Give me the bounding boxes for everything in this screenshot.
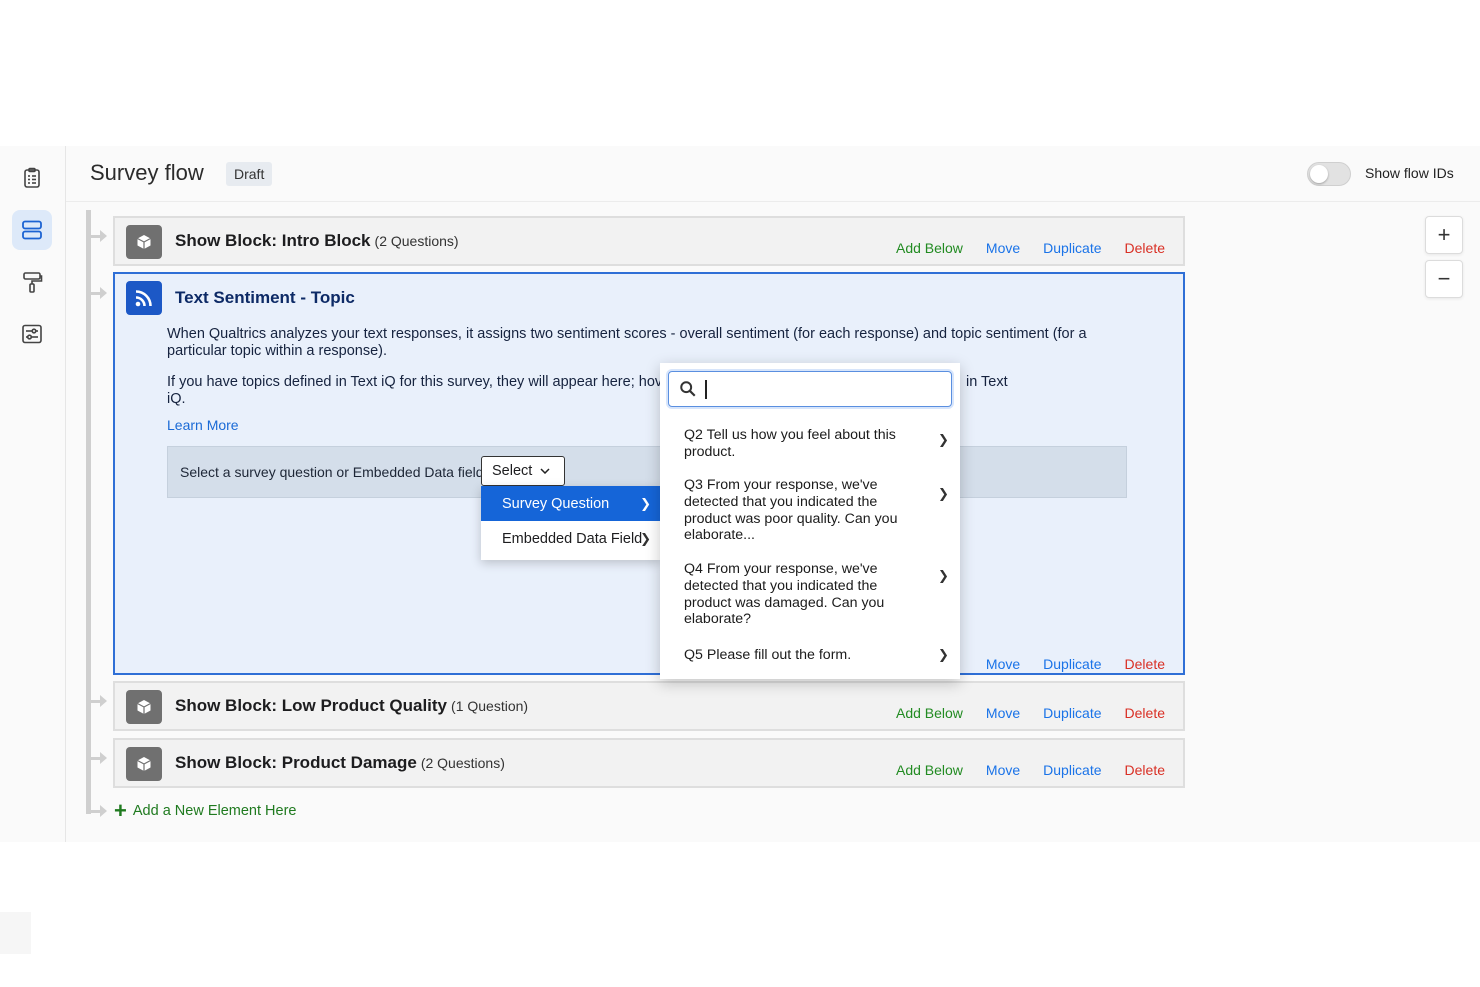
block-cube-icon xyxy=(126,747,162,781)
toggle-knob xyxy=(1310,165,1328,183)
duplicate-link[interactable]: Duplicate xyxy=(1043,705,1101,721)
flow-block-low-product-quality[interactable]: Show Block: Low Product Quality (1 Questi… xyxy=(113,681,1185,731)
flow-connector xyxy=(88,230,107,242)
look-and-feel-brush-icon[interactable] xyxy=(12,262,52,302)
block-cube-icon xyxy=(126,225,162,259)
chevron-right-icon: ❯ xyxy=(640,496,651,511)
text-sentiment-element[interactable]: Text Sentiment - Topic When Qualtrics an… xyxy=(113,272,1185,675)
block-actions: Add Below Move Duplicate Delete xyxy=(873,705,1165,721)
delete-link[interactable]: Delete xyxy=(1125,240,1165,256)
block-actions: Add Below Move Duplicate Delete xyxy=(873,762,1165,778)
select-dropdown-button[interactable]: Select xyxy=(481,456,565,486)
zoom-in-button[interactable]: + xyxy=(1425,216,1463,254)
field-select-label: Select a survey question or Embedded Dat… xyxy=(180,464,484,480)
corner-placeholder xyxy=(0,912,31,954)
delete-link[interactable]: Delete xyxy=(1125,656,1165,672)
sentiment-topics-text-tail: in Text xyxy=(966,374,1008,390)
duplicate-link[interactable]: Duplicate xyxy=(1043,762,1101,778)
add-below-link[interactable]: Add Below xyxy=(896,705,963,721)
block-question-count: (2 Questions) xyxy=(420,755,505,771)
add-new-element-link[interactable]: + Add a New Element Here xyxy=(114,798,297,823)
block-title: Show Block: Low Product Quality (1 Questi… xyxy=(175,696,529,715)
duplicate-link[interactable]: Duplicate xyxy=(1043,240,1101,256)
flow-line xyxy=(86,210,91,814)
menu-item-embedded-data-field[interactable]: Embedded Data Field ❯ xyxy=(481,521,661,556)
move-link[interactable]: Move xyxy=(986,705,1020,721)
field-type-menu: Survey Question ❯ Embedded Data Field ❯ xyxy=(481,486,661,560)
question-option-q5[interactable]: Q5 Please fill out the form. xyxy=(684,647,924,664)
sentiment-title: Text Sentiment - Topic xyxy=(175,288,355,307)
status-badge: Draft xyxy=(226,162,273,186)
page-header: Survey flow Draft Show flow IDs xyxy=(66,146,1480,202)
flow-connector xyxy=(88,287,107,299)
show-flow-ids-toggle[interactable] xyxy=(1307,162,1351,186)
menu-item-survey-question[interactable]: Survey Question ❯ xyxy=(481,486,661,521)
chevron-right-icon: ❯ xyxy=(938,486,949,501)
survey-options-icon[interactable] xyxy=(12,314,52,354)
rss-feed-icon xyxy=(126,281,162,315)
learn-more-link[interactable]: Learn More xyxy=(167,417,239,433)
zoom-out-button[interactable]: − xyxy=(1425,260,1463,298)
block-title: Show Block: Intro Block (2 Questions) xyxy=(175,231,459,250)
survey-flow-app: Survey flow Draft Show flow IDs + − Show… xyxy=(0,146,1480,842)
question-option-q4[interactable]: Q4 From your response, we've detected th… xyxy=(684,561,924,628)
question-search-input[interactable] xyxy=(668,371,952,407)
block-title: Show Block: Product Damage (2 Questions) xyxy=(175,753,505,772)
duplicate-link[interactable]: Duplicate xyxy=(1043,656,1101,672)
plus-icon: + xyxy=(114,798,127,823)
flow-connector xyxy=(88,805,107,817)
sentiment-topics-text: If you have topics defined in Text iQ fo… xyxy=(167,374,663,390)
sentiment-topics-text-end: iQ. xyxy=(167,391,186,407)
delete-link[interactable]: Delete xyxy=(1125,705,1165,721)
chevron-right-icon: ❯ xyxy=(640,531,651,546)
question-option-q2[interactable]: Q2 Tell us how you feel about this produ… xyxy=(684,427,924,461)
chevron-down-icon xyxy=(540,468,550,474)
sentiment-actions: Move Duplicate Delete xyxy=(963,656,1165,672)
chevron-right-icon: ❯ xyxy=(938,568,949,583)
block-question-count: (1 Question) xyxy=(451,698,529,714)
add-new-element-label: Add a New Element Here xyxy=(132,803,297,819)
chevron-right-icon: ❯ xyxy=(938,432,949,447)
flow-connector xyxy=(88,695,107,707)
search-icon xyxy=(680,381,696,397)
move-link[interactable]: Move xyxy=(986,762,1020,778)
survey-flow-icon[interactable] xyxy=(12,210,52,250)
show-flow-ids-label: Show flow IDs xyxy=(1365,165,1454,181)
question-option-q3[interactable]: Q3 From your response, we've detected th… xyxy=(684,477,924,544)
select-button-label: Select xyxy=(492,463,533,479)
sentiment-description: When Qualtrics analyzes your text respon… xyxy=(167,326,1087,359)
flow-block-product-damage[interactable]: Show Block: Product Damage (2 Questions) … xyxy=(113,738,1185,788)
block-cube-icon xyxy=(126,690,162,724)
move-link[interactable]: Move xyxy=(986,240,1020,256)
block-question-count: (2 Questions) xyxy=(374,233,459,249)
text-caret xyxy=(705,380,707,399)
left-navigation-rail xyxy=(0,146,66,842)
page-title: Survey flow xyxy=(90,160,204,185)
chevron-right-icon: ❯ xyxy=(938,647,949,662)
delete-link[interactable]: Delete xyxy=(1125,762,1165,778)
move-link[interactable]: Move xyxy=(986,656,1020,672)
add-below-link[interactable]: Add Below xyxy=(896,762,963,778)
add-below-link[interactable]: Add Below xyxy=(896,240,963,256)
flow-connector xyxy=(88,752,107,764)
flow-block-intro[interactable]: Show Block: Intro Block (2 Questions) Add… xyxy=(113,216,1185,266)
survey-clipboard-icon[interactable] xyxy=(12,158,52,198)
block-actions: Add Below Move Duplicate Delete xyxy=(873,240,1165,256)
menu-item-label: Survey Question xyxy=(502,495,610,512)
menu-item-label: Embedded Data Field xyxy=(502,530,643,547)
question-menu: Q2 Tell us how you feel about this produ… xyxy=(660,363,960,679)
